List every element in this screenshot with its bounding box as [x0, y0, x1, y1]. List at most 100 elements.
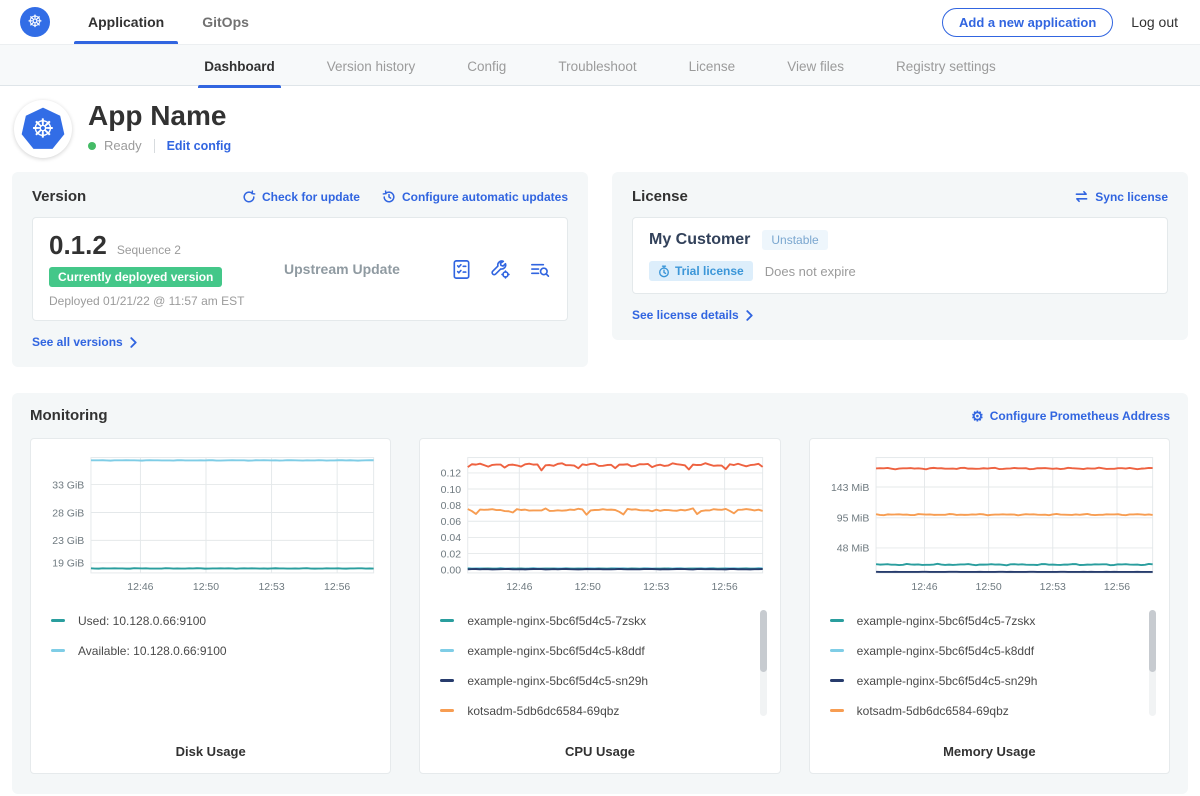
current-version-box: 0.1.2 Sequence 2 Currently deployed vers…: [32, 217, 568, 321]
legend-swatch: [440, 649, 454, 652]
scrollbar-thumb[interactable]: [1149, 610, 1156, 672]
legend-item: example-nginx-5bc6f5d4c5-7zskx: [440, 606, 749, 636]
see-license-details-link[interactable]: See license details: [632, 308, 754, 322]
legend-item: example-nginx-5bc6f5d4c5-k8ddf: [830, 636, 1139, 666]
legend-scrollbar[interactable]: [760, 610, 767, 716]
app-name: App Name: [88, 100, 231, 132]
memory-usage-plot: 143 MiB95 MiB48 MiB12:4612:5012:5312:56: [820, 449, 1159, 600]
sync-arrows-icon: [1074, 190, 1089, 203]
cpu-usage-legend: example-nginx-5bc6f5d4c5-7zskx example-ng…: [440, 606, 749, 726]
subnav-tab-view-files[interactable]: View files: [787, 45, 844, 87]
license-expiry: Does not expire: [765, 264, 856, 279]
legend-item: kotsadm-5db6dc6584-69qbz: [830, 696, 1139, 726]
cpu-usage-plot: 0.120.100.080.060.040.020.0012:4612:5012…: [430, 449, 769, 600]
topnav-tab-gitops[interactable]: GitOps: [200, 0, 251, 44]
legend-item: example-nginx-5bc6f5d4c5-sn29h: [830, 666, 1139, 696]
configure-automatic-updates-link[interactable]: Configure automatic updates: [382, 190, 568, 204]
subnav-tab-config[interactable]: Config: [467, 45, 506, 87]
legend-item: Available: 10.128.0.66:9100: [51, 636, 360, 666]
monitoring-section: Monitoring ⚙ Configure Prometheus Addres…: [12, 393, 1188, 794]
version-number: 0.1.2: [49, 230, 107, 261]
chart-panel-disk-usage: 33 GiB28 GiB23 GiB19 GiB12:4612:5012:531…: [30, 438, 391, 774]
svg-text:12:56: 12:56: [324, 582, 350, 593]
svg-text:12:53: 12:53: [643, 582, 669, 593]
topnav-tabs: Application GitOps: [86, 0, 251, 44]
legend-item: kotsadm-5db6dc6584-69qbz: [440, 696, 749, 726]
svg-text:0.00: 0.00: [441, 565, 462, 576]
clock-refresh-icon: [382, 190, 396, 204]
version-card-title: Version: [32, 188, 86, 205]
customer-name: My Customer: [649, 231, 750, 249]
subnav-tab-dashboard[interactable]: Dashboard: [204, 45, 275, 87]
version-source-label: Upstream Update: [284, 261, 400, 277]
app-header: ☸ App Name Ready Edit config: [0, 86, 1200, 164]
file-search-icon: [528, 258, 551, 281]
license-card: License Sync license My Customer Unstabl…: [612, 172, 1188, 340]
edit-config-button[interactable]: [489, 258, 512, 281]
version-card: Version Check for update Configure autom…: [12, 172, 588, 367]
legend-swatch: [440, 619, 454, 622]
chevron-right-icon: [745, 310, 754, 321]
legend-item: Used: 10.128.0.66:9100: [51, 606, 360, 636]
app-icon: ☸: [14, 100, 72, 158]
edit-config-link[interactable]: Edit config: [167, 139, 232, 153]
subnav-tab-troubleshoot[interactable]: Troubleshoot: [558, 45, 636, 87]
svg-text:143 MiB: 143 MiB: [831, 483, 869, 494]
configure-prometheus-link[interactable]: ⚙ Configure Prometheus Address: [971, 409, 1170, 423]
add-application-button[interactable]: Add a new application: [942, 8, 1113, 37]
legend-swatch: [830, 619, 844, 622]
svg-text:48 MiB: 48 MiB: [836, 544, 869, 555]
disk-usage-legend: Used: 10.128.0.66:9100 Available: 10.128.…: [51, 606, 360, 666]
legend-swatch: [440, 709, 454, 712]
legend-swatch: [830, 649, 844, 652]
refresh-icon: [242, 190, 256, 204]
svg-text:19 GiB: 19 GiB: [52, 559, 84, 570]
svg-text:12:56: 12:56: [1104, 582, 1130, 593]
charts-row: 33 GiB28 GiB23 GiB19 GiB12:4612:5012:531…: [30, 438, 1170, 774]
gear-icon: ⚙: [971, 409, 984, 423]
preflight-checks-button[interactable]: [450, 258, 473, 281]
legend-label: example-nginx-5bc6f5d4c5-sn29h: [467, 674, 648, 688]
checklist-icon: [450, 258, 473, 281]
legend-item: example-nginx-5bc6f5d4c5-7zskx: [830, 606, 1139, 636]
subnav-tab-version-history[interactable]: Version history: [327, 45, 416, 87]
legend-swatch: [51, 649, 65, 652]
legend-scrollbar[interactable]: [1149, 610, 1156, 716]
legend-label: Available: 10.128.0.66:9100: [78, 644, 227, 658]
chart-title: Memory Usage: [820, 736, 1159, 759]
license-details-box: My Customer Unstable Trial license Does …: [632, 217, 1168, 294]
logout-link[interactable]: Log out: [1131, 14, 1178, 30]
chart-title: Disk Usage: [41, 736, 380, 759]
svg-text:12:46: 12:46: [911, 582, 937, 593]
legend-label: example-nginx-5bc6f5d4c5-sn29h: [857, 674, 1038, 688]
legend-item: example-nginx-5bc6f5d4c5-sn29h: [440, 666, 749, 696]
license-card-title: License: [632, 188, 688, 205]
subnav-tab-license[interactable]: License: [689, 45, 736, 87]
svg-text:23 GiB: 23 GiB: [52, 536, 84, 547]
memory-usage-legend: example-nginx-5bc6f5d4c5-7zskx example-ng…: [830, 606, 1139, 726]
subnav-tab-registry-settings[interactable]: Registry settings: [896, 45, 996, 87]
channel-badge: Unstable: [762, 230, 827, 250]
legend-label: kotsadm-5db6dc6584-69qbz: [857, 704, 1009, 718]
subnav-tabs: Dashboard Version history Config Troublesho…: [204, 45, 996, 87]
legend-swatch: [51, 619, 65, 622]
scrollbar-thumb[interactable]: [760, 610, 767, 672]
divider: [154, 139, 155, 153]
svg-text:12:53: 12:53: [258, 582, 284, 593]
see-all-versions-link[interactable]: See all versions: [32, 335, 138, 349]
chart-panel-memory-usage: 143 MiB95 MiB48 MiB12:4612:5012:5312:56e…: [809, 438, 1170, 774]
status-text: Ready: [104, 138, 142, 153]
topnav-tab-application[interactable]: Application: [86, 0, 166, 44]
svg-text:95 MiB: 95 MiB: [836, 514, 869, 525]
version-sequence: Sequence 2: [117, 243, 181, 257]
svg-text:12:56: 12:56: [712, 582, 738, 593]
status-dot: [88, 142, 96, 150]
svg-text:0.12: 0.12: [441, 469, 462, 480]
legend-label: example-nginx-5bc6f5d4c5-7zskx: [857, 614, 1036, 628]
stopwatch-icon: [658, 265, 670, 278]
view-diff-button[interactable]: [528, 258, 551, 281]
chevron-right-icon: [129, 337, 138, 348]
check-for-update-link[interactable]: Check for update: [242, 190, 360, 204]
sync-license-link[interactable]: Sync license: [1074, 190, 1168, 204]
kubernetes-heptagon-icon: ☸: [20, 106, 66, 152]
